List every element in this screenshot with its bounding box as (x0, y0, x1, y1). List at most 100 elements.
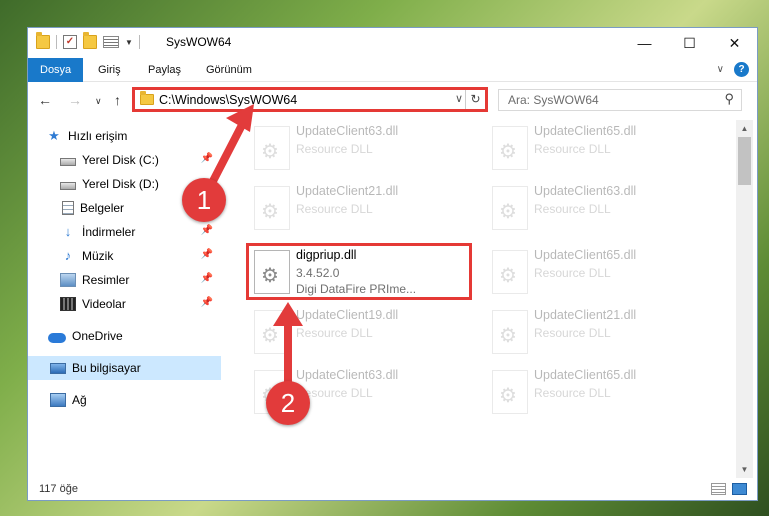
sidebar-item-label: Hızlı erişim (68, 129, 128, 143)
file-tile[interactable]: UpdateClient65.dll Resource DLL (484, 244, 710, 299)
navigation-pane: ★ Hızlı erişim Yerel Disk (C:) 📌 Yerel D… (28, 120, 221, 478)
sidebar-item-videos[interactable]: Videolar 📌 (28, 292, 221, 316)
sidebar-item-this-pc[interactable]: Bu bilgisayar (28, 356, 221, 380)
forward-arrow-icon[interactable]: → (68, 92, 82, 108)
file-description: Resource DLL (534, 266, 611, 280)
title-bar: ✓ ▼ SysWOW64 — ☐ ✕ (28, 28, 757, 58)
ribbon-tabs: Dosya Giriş Paylaş Görünüm ∨ ? (28, 58, 757, 82)
file-tile[interactable]: UpdateClient21.dll Resource DLL (246, 180, 472, 235)
dll-file-icon (492, 126, 528, 170)
address-bar[interactable]: C:\Windows\SysWOW64 ∨ ↻ (132, 87, 488, 112)
file-description: Resource DLL (534, 202, 611, 216)
file-description: Resource DLL (296, 326, 373, 340)
file-description: Resource DLL (296, 142, 373, 156)
dll-file-icon (254, 186, 290, 230)
close-button[interactable]: ✕ (712, 28, 757, 58)
search-icon[interactable]: ⚲ (724, 91, 734, 107)
sidebar-item-pictures[interactable]: Resimler 📌 (28, 268, 221, 292)
music-icon: ♪ (64, 248, 72, 263)
address-path[interactable]: C:\Windows\SysWOW64 (159, 93, 297, 107)
pin-icon[interactable]: 📌 (201, 225, 213, 236)
refresh-icon[interactable]: ↻ (465, 90, 485, 109)
pin-icon[interactable]: 📌 (201, 249, 213, 260)
scroll-up-icon[interactable]: ▲ (736, 120, 753, 137)
file-name: UpdateClient65.dll (534, 248, 637, 262)
item-count: 117 öğe (39, 483, 78, 495)
file-description: Resource DLL (296, 202, 373, 216)
pin-icon[interactable]: 📌 (201, 153, 213, 164)
file-name: UpdateClient65.dll (534, 368, 637, 382)
file-tile[interactable]: UpdateClient65.dll Resource DLL (484, 364, 710, 419)
tab-view[interactable]: Görünüm (194, 58, 264, 82)
sidebar-item-network[interactable]: Ağ (28, 388, 221, 412)
up-arrow-icon[interactable]: ↑ (114, 92, 121, 108)
window-title: SysWOW64 (166, 35, 232, 49)
chevron-down-icon[interactable]: ∨ (455, 92, 463, 105)
maximize-button[interactable]: ☐ (667, 28, 712, 58)
pictures-icon (60, 273, 76, 287)
customize-toolbar-icon[interactable] (103, 36, 119, 48)
file-name: UpdateClient21.dll (296, 184, 399, 198)
file-name: UpdateClient63.dll (296, 124, 399, 138)
details-view-icon[interactable] (711, 483, 726, 495)
divider (138, 35, 140, 49)
disk-icon (60, 181, 76, 190)
large-icons-view-icon[interactable] (732, 483, 747, 495)
dll-file-icon (492, 250, 528, 294)
file-name: UpdateClient21.dll (534, 308, 637, 322)
pin-icon[interactable]: 📌 (201, 297, 213, 308)
file-tile[interactable]: UpdateClient21.dll Resource DLL (484, 304, 710, 359)
sidebar-item-onedrive[interactable]: OneDrive (28, 324, 221, 348)
sidebar-item-label: Bu bilgisayar (72, 361, 141, 375)
new-folder-icon[interactable] (83, 32, 97, 49)
expand-ribbon-icon[interactable]: ∨ (717, 64, 724, 75)
file-tile[interactable]: UpdateClient19.dll Resource DLL (246, 304, 472, 359)
file-description: Resource DLL (534, 142, 611, 156)
sidebar-item-local-disk-c[interactable]: Yerel Disk (C:) 📌 (28, 148, 221, 172)
sidebar-item-quick-access[interactable]: ★ Hızlı erişim (28, 124, 221, 148)
sidebar-item-label: Ağ (72, 393, 87, 407)
tab-file[interactable]: Dosya (28, 58, 84, 82)
download-icon: ↓ (64, 224, 72, 239)
sidebar-item-label: Belgeler (80, 201, 125, 215)
network-icon (50, 393, 66, 407)
recent-locations-icon[interactable]: ∨ (95, 96, 102, 107)
vertical-scrollbar[interactable]: ▲ ▼ (736, 120, 753, 478)
minimize-button[interactable]: — (622, 28, 667, 58)
sidebar-item-downloads[interactable]: ↓ İndirmeler 📌 (28, 220, 221, 244)
documents-icon (62, 201, 74, 215)
disk-icon (60, 157, 76, 166)
navigation-bar: ← → ∨ ↑ C:\Windows\SysWOW64 ∨ ↻ Ara: Sys… (28, 82, 757, 120)
dll-file-icon (492, 370, 528, 414)
file-tile[interactable]: UpdateClient63.dll Resource DLL (484, 180, 710, 235)
back-arrow-icon[interactable]: ← (38, 92, 52, 108)
sidebar-item-label: OneDrive (72, 329, 123, 343)
sidebar-item-label: Müzik (82, 249, 114, 263)
sidebar-item-label: Yerel Disk (C:) (82, 153, 159, 167)
file-name: UpdateClient63.dll (296, 368, 399, 382)
file-description: Resource DLL (534, 386, 611, 400)
pin-icon[interactable]: 📌 (201, 273, 213, 284)
scroll-down-icon[interactable]: ▼ (736, 461, 753, 478)
tab-share[interactable]: Paylaş (136, 58, 193, 82)
tab-home[interactable]: Giriş (86, 58, 133, 82)
properties-check-icon[interactable]: ✓ (63, 35, 77, 49)
chevron-down-icon[interactable]: ▼ (125, 38, 133, 47)
sidebar-item-label: Videolar (82, 297, 126, 311)
help-icon[interactable]: ? (734, 62, 749, 77)
file-tile[interactable]: UpdateClient65.dll Resource DLL (484, 120, 710, 175)
folder-icon (140, 91, 154, 105)
videos-icon (60, 297, 76, 311)
file-name: UpdateClient65.dll (534, 124, 637, 138)
search-input[interactable]: Ara: SysWOW64 ⚲ (498, 89, 742, 111)
file-tile[interactable]: UpdateClient63.dll Resource DLL (246, 120, 472, 175)
divider (56, 35, 57, 49)
step-2-badge: 2 (266, 381, 310, 425)
sidebar-item-music[interactable]: ♪ Müzik 📌 (28, 244, 221, 268)
scrollbar-thumb[interactable] (738, 137, 751, 185)
dll-file-icon (492, 310, 528, 354)
step-1-badge: 1 (182, 178, 226, 222)
sidebar-item-label: İndirmeler (82, 225, 136, 239)
file-highlight-box (246, 243, 472, 300)
sidebar-item-label: Yerel Disk (D:) (82, 177, 159, 191)
